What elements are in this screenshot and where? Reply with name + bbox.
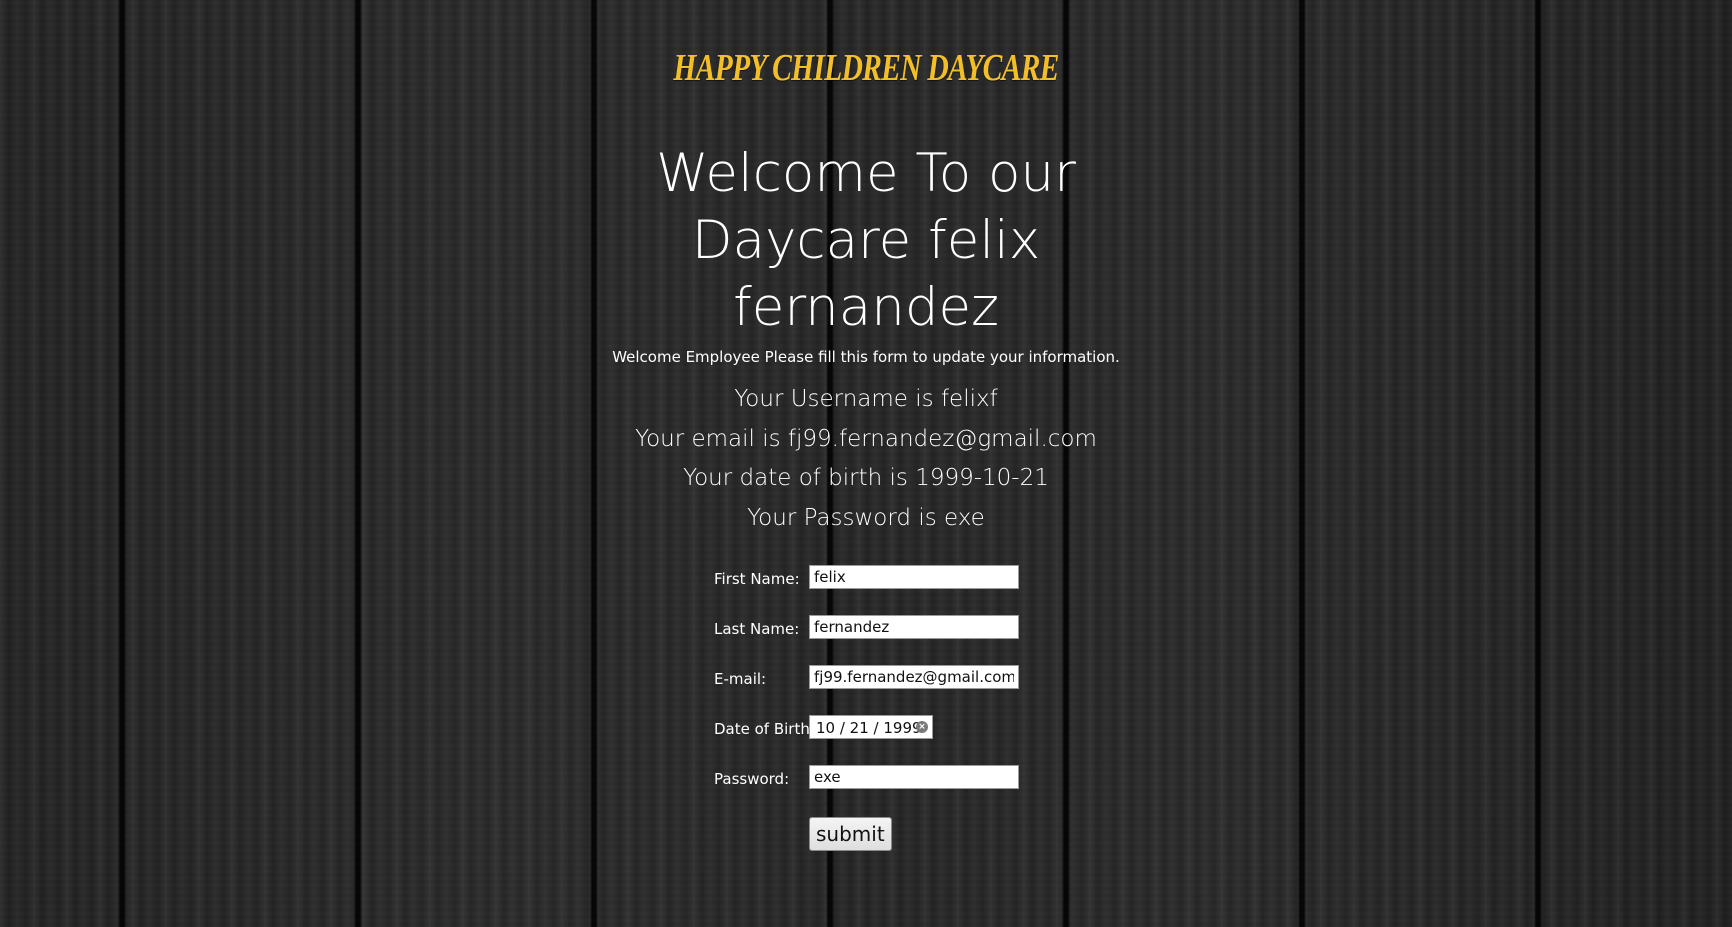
welcome-subtitle: Welcome Employee Please fill this form t…	[612, 348, 1120, 366]
email-info: Your email is fj99.fernandez@gmail.com	[635, 426, 1097, 452]
password-input[interactable]	[809, 765, 1019, 789]
last-name-label: Last Name:	[714, 620, 800, 638]
first-name-row: First Name:	[714, 565, 1034, 591]
email-input[interactable]	[809, 665, 1019, 689]
page: HAPPY CHILDREN DAYCARE Welcome To our Da…	[0, 0, 1732, 927]
username-info: Your Username is felixf	[734, 386, 998, 412]
dob-label: Date of Birth:	[714, 720, 815, 738]
password-label: Password:	[714, 770, 790, 788]
password-info: Your Password is exe	[747, 505, 985, 531]
last-name-row: Last Name:	[714, 615, 1034, 641]
password-row: Password:	[714, 765, 1034, 791]
email-row: E-mail:	[714, 665, 1034, 691]
dob-row: Date of Birth: 10 / 21 / 1999 ×	[714, 715, 1034, 741]
clear-circle-icon[interactable]: ×	[916, 721, 928, 733]
welcome-heading: Welcome To our Daycare felix fernandez	[656, 143, 1076, 338]
last-name-input[interactable]	[809, 615, 1019, 639]
submit-button[interactable]: submit	[809, 817, 892, 851]
first-name-input[interactable]	[809, 565, 1019, 589]
email-label: E-mail:	[714, 670, 767, 688]
first-name-label: First Name:	[714, 570, 800, 588]
brand-logo-text: HAPPY CHILDREN DAYCARE	[673, 47, 1059, 89]
dob-date-input[interactable]: 10 / 21 / 1999 ×	[809, 715, 933, 739]
dob-date-value: 10 / 21 / 1999	[816, 719, 922, 737]
dob-info: Your date of birth is 1999-10-21	[683, 465, 1049, 491]
